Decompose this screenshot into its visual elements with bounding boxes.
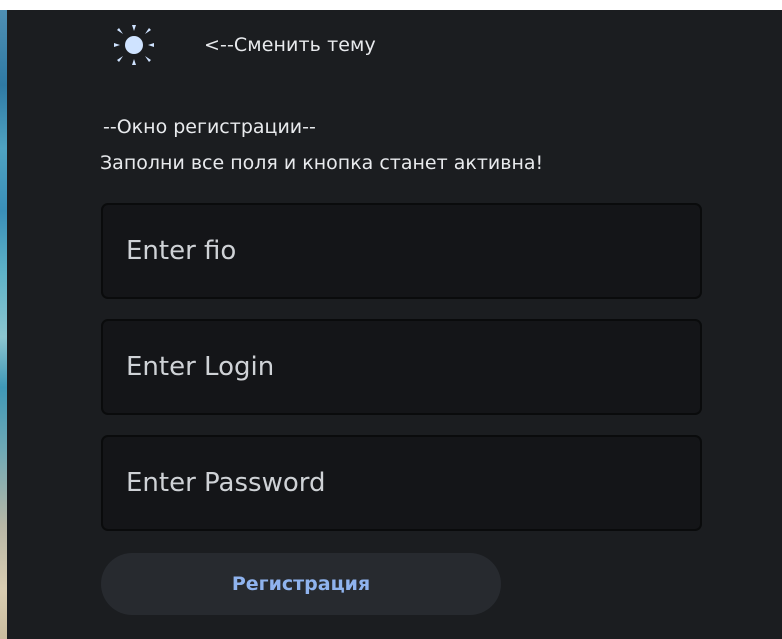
fio-input[interactable] bbox=[101, 203, 702, 299]
background-wallpaper-strip bbox=[0, 10, 7, 639]
theme-toggle-label: <--Сменить тему bbox=[204, 34, 376, 56]
registration-window: <--Сменить тему --Окно регистрации-- Зап… bbox=[0, 0, 782, 639]
register-button[interactable]: Регистрация bbox=[101, 553, 501, 615]
password-input[interactable] bbox=[101, 435, 702, 531]
login-input[interactable] bbox=[101, 319, 702, 415]
form-hint: Заполни все поля и кнопка станет активна… bbox=[100, 152, 544, 174]
form-heading: --Окно регистрации-- bbox=[103, 116, 316, 138]
top-margin bbox=[0, 0, 782, 10]
theme-toggle-row: <--Сменить тему bbox=[112, 25, 376, 65]
sun-icon[interactable] bbox=[112, 23, 156, 67]
